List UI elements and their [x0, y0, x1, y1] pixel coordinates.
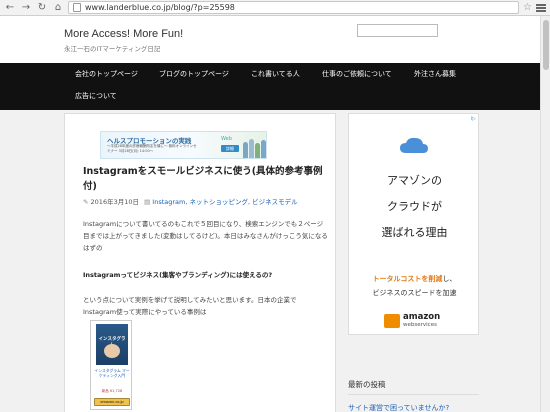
ad-headline-3: 選ばれる理由: [381, 226, 448, 239]
bookmark-star-icon[interactable]: ☆: [523, 2, 532, 13]
home-icon[interactable]: ⌂: [52, 2, 64, 14]
nav-item-blog-top[interactable]: ブログのトップページ: [159, 69, 229, 79]
post-subheading: Instagramってビジネス(集客やブランディング)には使えるの?: [83, 271, 273, 279]
post-article: ヘルスプロモーションの実践 〜平成28年度の診療報酬改定を機に〜 無料オンライン…: [64, 113, 336, 412]
search-input[interactable]: [357, 24, 438, 37]
divider: [348, 394, 479, 395]
ad-copy-2: ビジネスのスピードを加速: [372, 289, 457, 297]
ad-copy-highlight: トータルコストを削減: [372, 275, 443, 283]
category-link[interactable]: ビジネスモデル: [252, 198, 298, 206]
ad-banner[interactable]: ヘルスプロモーションの実践 〜平成28年度の診療報酬改定を機に〜 無料オンライン…: [100, 131, 267, 159]
amazon-button[interactable]: amazon.co.jp: [94, 398, 130, 406]
reload-icon[interactable]: ↻: [36, 2, 48, 14]
scrollbar[interactable]: [540, 16, 550, 412]
category-link[interactable]: Instagram: [152, 198, 185, 206]
post-paragraph: という点について実例を挙げて説明してみたいと思います。日本の企業でInstagr…: [83, 296, 297, 316]
nav-item-company-top[interactable]: 会社のトップページ: [75, 69, 138, 79]
book-cover-image: [104, 344, 120, 358]
book-price: 新品 ¥1,728: [101, 389, 123, 393]
aws-brand-sub: webservices: [403, 322, 437, 328]
site-header: More Access! More Fun! 永江一石のITマーケティング日記: [0, 16, 540, 63]
aws-logo: amazon webservices: [384, 311, 440, 331]
ad-headline-2: クラウドが: [387, 200, 442, 213]
cloud-icon: [400, 137, 428, 153]
site-title[interactable]: More Access! More Fun!: [64, 28, 183, 40]
book-widget[interactable]: インスタグラム インスタグラム マーケティング入門 新品 ¥1,728 amaz…: [90, 320, 132, 410]
ad-subtitle: 〜平成28年度の診療報酬改定を機に〜 無料オンラインセミナー 3月28日(月) …: [107, 144, 197, 153]
folder-icon: ▤: [144, 198, 151, 206]
post-date: 2016年3月10日: [90, 198, 139, 206]
address-bar[interactable]: www.landerblue.co.jp/blog/?p=25598: [68, 1, 520, 14]
people-illustration: [243, 138, 266, 158]
browser-toolbar: ← → ↻ ⌂ www.landerblue.co.jp/blog/?p=255…: [0, 0, 550, 16]
url-text: www.landerblue.co.jp/blog/?p=25598: [85, 3, 235, 12]
back-icon[interactable]: ←: [4, 2, 16, 14]
category-link[interactable]: ネットショッピング: [190, 198, 249, 206]
ad-logo: Web: [221, 136, 232, 142]
ad-copy-1: トータルコストを削減し、: [349, 274, 480, 284]
ad-copy-rest: し、: [442, 275, 457, 283]
post-meta: ✎ 2016年3月10日 ▤ Instagram, ネットショッピング, ビジネ…: [83, 198, 298, 206]
forward-icon[interactable]: →: [20, 2, 32, 14]
menu-icon[interactable]: [536, 3, 546, 12]
ad-detail-button[interactable]: 詳細: [221, 145, 239, 152]
nav-item-outsourcing[interactable]: 外注さん募集: [414, 69, 456, 79]
recent-posts-heading: 最新の投稿: [348, 380, 386, 389]
book-link[interactable]: インスタグラム マーケティング入門: [93, 368, 131, 378]
scrollbar-thumb[interactable]: [543, 20, 549, 70]
aws-cube-icon: [384, 314, 400, 328]
post-title[interactable]: Instagramをスモールビジネスに使う(具体的参考事例付): [83, 164, 323, 194]
sidebar-ad[interactable]: i▷ アマゾンの クラウドが 選ばれる理由 トータルコストを削減し、 ビジネスの…: [348, 113, 479, 335]
page-viewport: More Access! More Fun! 永江一石のITマーケティング日記 …: [0, 16, 540, 412]
site-description: 永江一石のITマーケティング日記: [64, 45, 161, 53]
recent-post-link[interactable]: サイト運営で困っていませんか?: [348, 403, 449, 412]
ad-headline-1: アマゾンの: [387, 174, 442, 187]
pencil-icon: ✎: [83, 198, 89, 206]
nav-item-advertising[interactable]: 広告について: [75, 91, 117, 101]
main-nav: 会社のトップページ ブログのトップページ これ書いてる人 仕事のご依頼について …: [0, 63, 540, 110]
nav-item-author[interactable]: これ書いてる人: [251, 69, 300, 79]
ad-choices-icon[interactable]: i▷: [471, 116, 476, 122]
nav-item-work-request[interactable]: 仕事のご依頼について: [322, 69, 392, 79]
post-paragraph: Instagramについて書いてるのもこれで５回目になり、検索エンジンでも２ペー…: [83, 220, 328, 252]
page-icon: [73, 3, 81, 12]
book-cover[interactable]: インスタグラム: [96, 324, 128, 365]
